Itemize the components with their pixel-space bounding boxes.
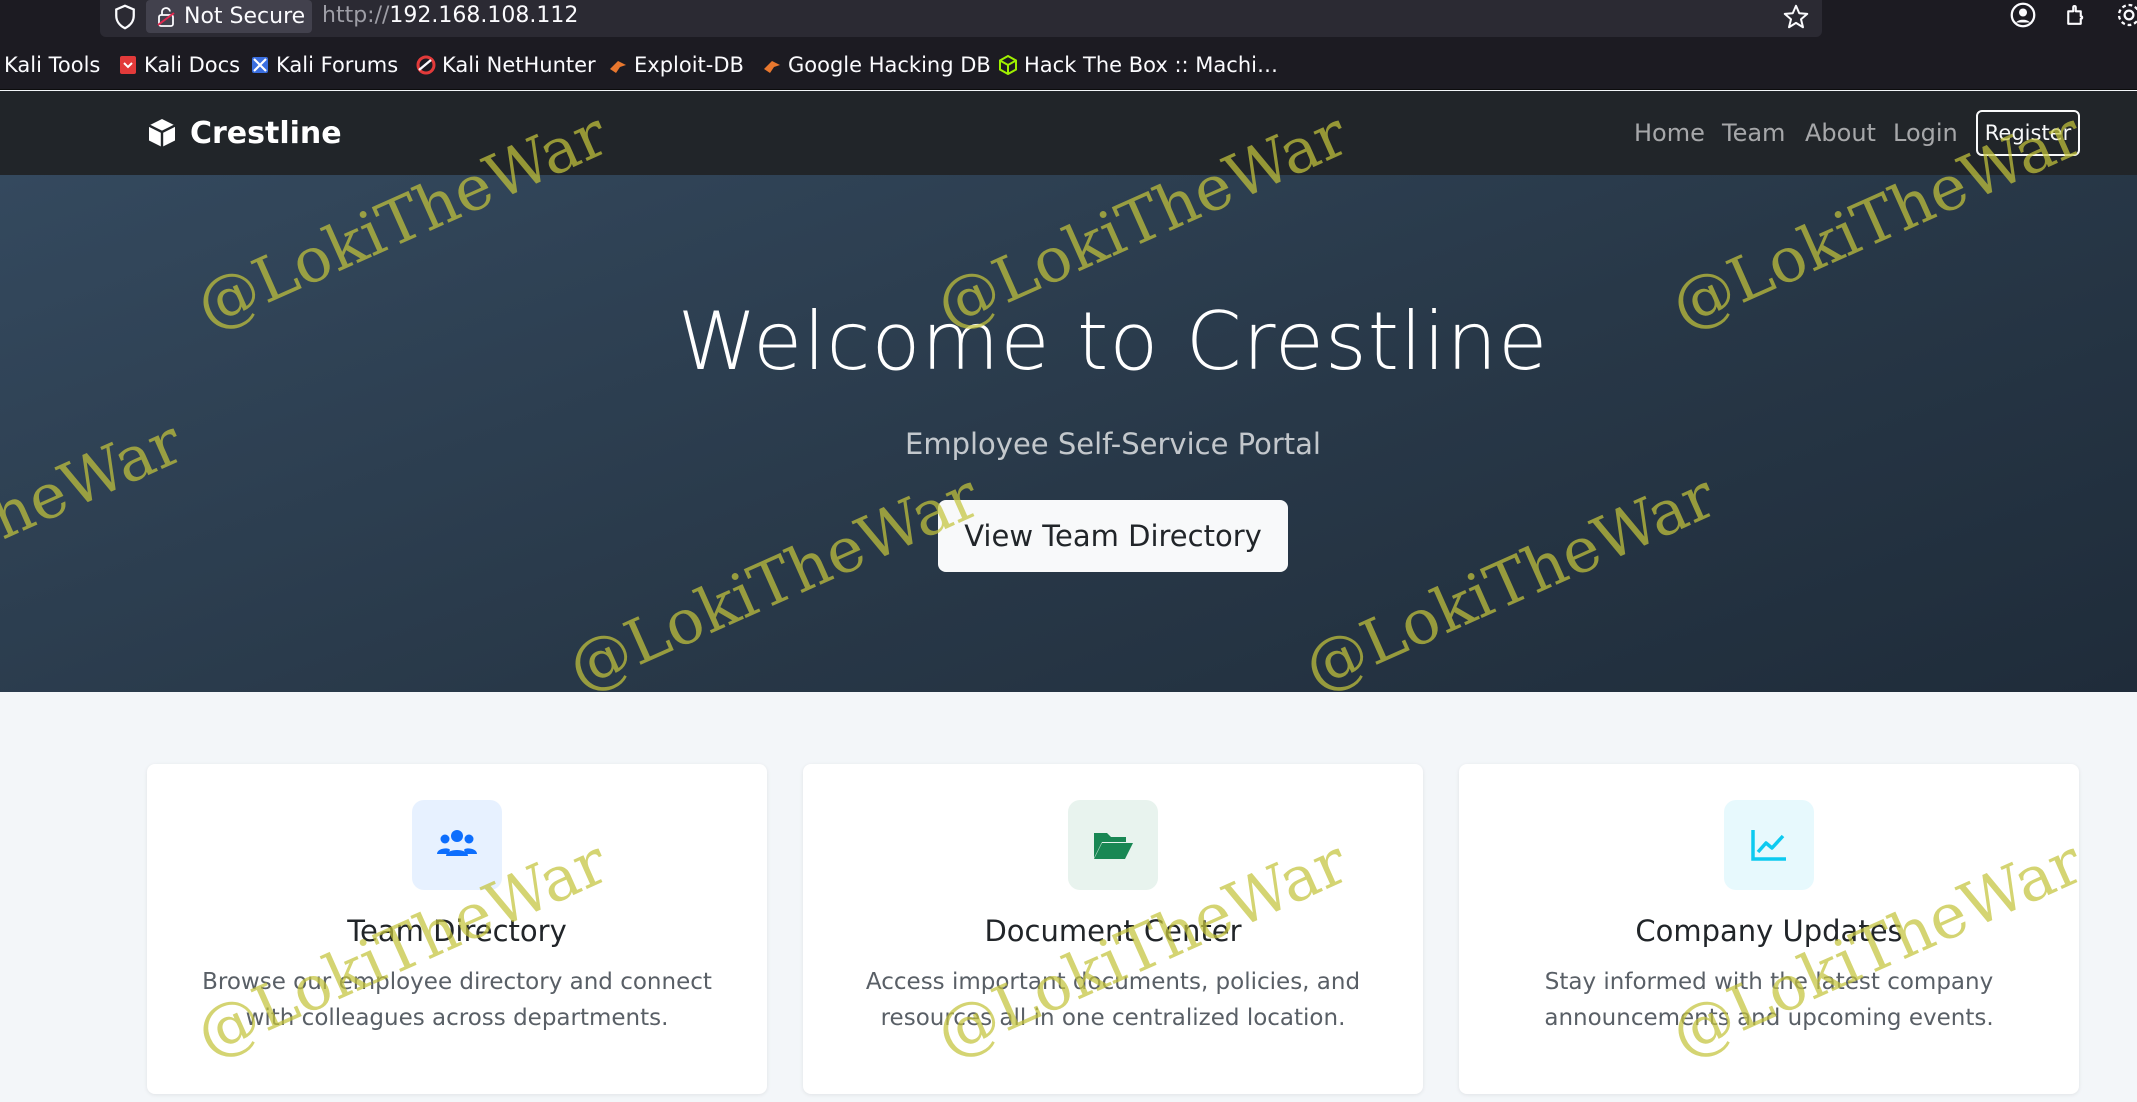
lock-broken-icon bbox=[157, 6, 175, 27]
bookmark-label: Kali Tools bbox=[4, 53, 101, 77]
bookmark-label: Google Hacking DB bbox=[788, 53, 991, 77]
star-icon[interactable] bbox=[1781, 2, 1811, 32]
shield-icon[interactable] bbox=[110, 2, 140, 32]
bookmark-label: Kali Docs bbox=[144, 53, 241, 77]
chart-line-icon bbox=[1751, 830, 1786, 861]
url-text[interactable]: http://192.168.108.112 bbox=[322, 3, 578, 28]
bookmark-kali-forums[interactable]: Kali Forums bbox=[250, 52, 398, 78]
bookmark-label: Hack The Box :: Machi… bbox=[1024, 53, 1278, 77]
card-icon-box bbox=[1724, 800, 1814, 890]
card-icon-box bbox=[1068, 800, 1158, 890]
bookmark-kali-tools[interactable]: Kali Tools bbox=[4, 52, 100, 78]
site-navbar: Crestline Home Team About Login Register bbox=[0, 91, 2137, 175]
folder-open-icon bbox=[1094, 833, 1133, 859]
nav-home[interactable]: Home bbox=[1634, 119, 1705, 147]
nav-about[interactable]: About bbox=[1805, 119, 1876, 147]
account-icon[interactable] bbox=[2008, 0, 2038, 30]
bookmark-kali-docs[interactable]: Kali Docs bbox=[118, 52, 240, 78]
nav-team[interactable]: Team bbox=[1722, 119, 1785, 147]
kali-forums-icon bbox=[252, 57, 268, 73]
card-icon-box bbox=[412, 800, 502, 890]
hackthebox-icon bbox=[999, 55, 1017, 75]
hero-subtitle: Employee Self-Service Portal bbox=[905, 427, 1321, 461]
url-host: 192.168.108.112 bbox=[389, 3, 579, 28]
card-description: Browse our employee directory and connec… bbox=[202, 969, 712, 1031]
exploit-db-icon bbox=[610, 61, 626, 73]
bookmark-exploit-db[interactable]: Exploit-DB bbox=[608, 52, 744, 78]
hero-title: Welcome to Crestline bbox=[677, 295, 1549, 388]
not-secure-chip[interactable]: Not Secure bbox=[146, 0, 312, 33]
card-company-updates[interactable]: Company Updates Stay informed with the l… bbox=[1459, 764, 2079, 1094]
users-icon bbox=[437, 830, 477, 856]
register-button[interactable]: Register bbox=[1976, 110, 2080, 156]
card-title: Company Updates bbox=[1635, 914, 1903, 948]
brand-link[interactable]: Crestline bbox=[146, 113, 342, 153]
card-description: Stay informed with the latest company an… bbox=[1544, 969, 1994, 1031]
card-title: Team Directory bbox=[347, 914, 567, 948]
bookmark-label: Exploit-DB bbox=[634, 53, 744, 77]
bookmark-google-hacking-db[interactable]: Google Hacking DB bbox=[762, 52, 991, 78]
bookmarks-toolbar: Kali Tools Kali Docs Kali Forums Kali Ne… bbox=[0, 38, 2137, 90]
bookmark-hack-the-box[interactable]: Hack The Box :: Machi… bbox=[998, 52, 1278, 78]
gear-icon[interactable] bbox=[2114, 0, 2137, 30]
page: Not Secure http://192.168.108.112 Kali T… bbox=[0, 0, 2137, 1102]
card-document-center[interactable]: Document Center Access important documen… bbox=[803, 764, 1423, 1094]
features-section: Team Directory Browse our employee direc… bbox=[0, 692, 2137, 1102]
bookmark-label: Kali Forums bbox=[276, 53, 399, 77]
view-team-directory-button[interactable]: View Team Directory bbox=[938, 500, 1288, 572]
cube-icon bbox=[148, 119, 176, 147]
card-title: Document Center bbox=[984, 914, 1242, 948]
card-team-directory[interactable]: Team Directory Browse our employee direc… bbox=[147, 764, 767, 1094]
ghdb-icon bbox=[764, 61, 780, 73]
not-secure-label: Not Secure bbox=[184, 4, 306, 29]
nethunter-icon bbox=[416, 55, 436, 75]
nav-login[interactable]: Login bbox=[1893, 119, 1958, 147]
extensions-icon[interactable] bbox=[2062, 0, 2092, 30]
brand-name: Crestline bbox=[190, 115, 342, 151]
hero-section: Welcome to Crestline Employee Self-Servi… bbox=[0, 175, 2137, 692]
browser-toolbar: Not Secure http://192.168.108.112 bbox=[0, 0, 2137, 38]
kali-docs-icon bbox=[120, 56, 136, 74]
url-protocol: http:// bbox=[322, 3, 390, 28]
card-description: Access important documents, policies, an… bbox=[865, 969, 1361, 1031]
bookmark-label: Kali NetHunter bbox=[442, 53, 596, 77]
bookmark-kali-nethunter[interactable]: Kali NetHunter bbox=[416, 52, 596, 78]
